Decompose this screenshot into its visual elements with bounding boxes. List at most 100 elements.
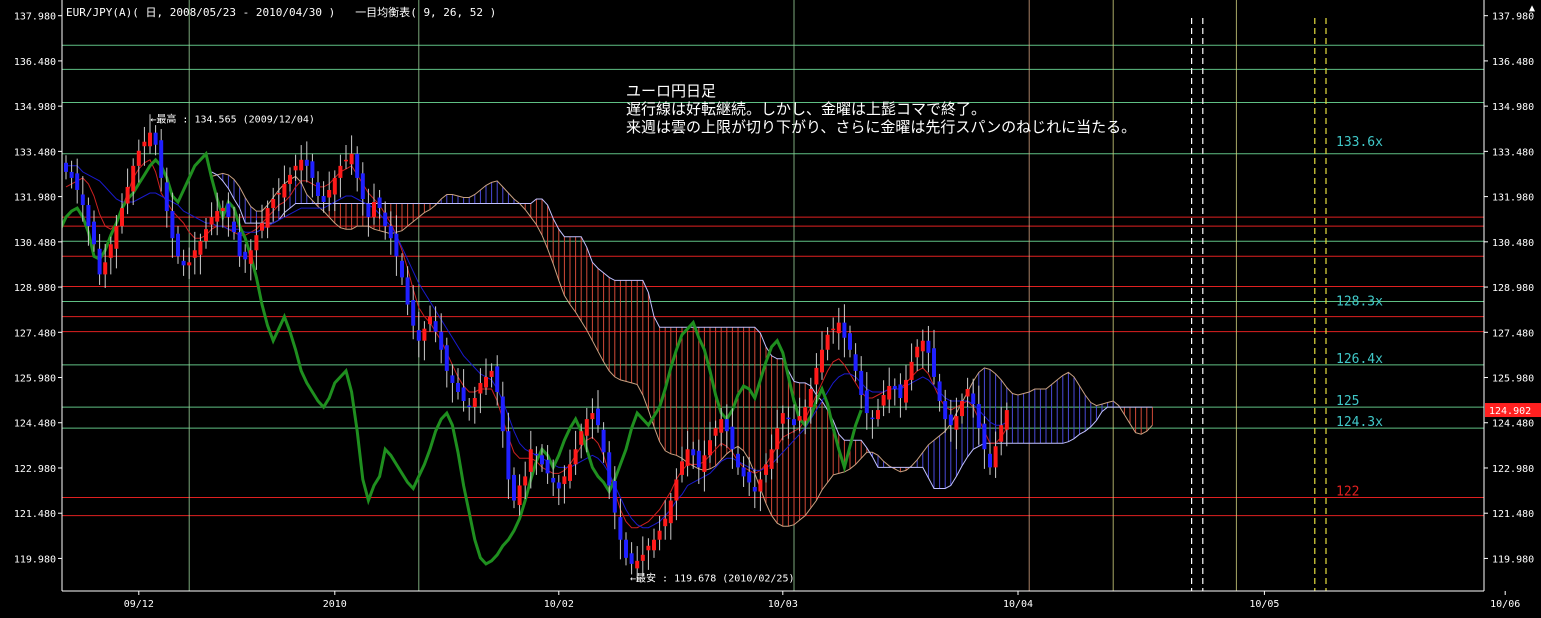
candle-body [568, 464, 572, 481]
candle-body [976, 404, 981, 429]
y-tick-label-right: 124.480 [1492, 419, 1534, 430]
candle-body [159, 140, 164, 178]
level-label: 125 [1336, 394, 1359, 409]
candle-body [254, 235, 259, 251]
candle-body [316, 182, 320, 196]
candle-body [416, 330, 421, 341]
candle-body [881, 395, 886, 406]
candle-body [971, 393, 976, 405]
candle-body [663, 518, 668, 527]
y-tick-label-left: 125.980 [14, 374, 56, 385]
level-label: 133.6x [1336, 135, 1383, 150]
candle-body [299, 159, 304, 171]
candle-body [579, 431, 584, 445]
candle-body [764, 464, 768, 475]
candle-body [831, 328, 836, 331]
candle-body [153, 132, 158, 145]
candle-body [747, 471, 752, 483]
y-tick-label-left: 133.480 [14, 147, 56, 158]
y-tick-label-right: 121.480 [1492, 509, 1534, 520]
candle-body [422, 328, 427, 341]
candle-body [769, 449, 774, 469]
level-label: 128.3x [1336, 295, 1383, 310]
candle-body [920, 340, 925, 352]
candle-body [444, 345, 449, 371]
candle-body [64, 162, 68, 172]
close-triangle-icon[interactable]: ▲ [1525, 3, 1539, 15]
level-label: 122 [1336, 485, 1359, 500]
candle-body [954, 416, 959, 430]
candle-body [943, 401, 948, 420]
level-label: 126.4x [1336, 352, 1383, 367]
candle-body [433, 321, 438, 332]
x-tick-label: 10/02 [544, 599, 574, 610]
candle-body [937, 381, 942, 402]
y-tick-label-right: 134.980 [1492, 102, 1534, 113]
candle-body [456, 382, 460, 392]
candle-body [484, 376, 488, 388]
candle-body [808, 388, 813, 408]
candle-body [859, 370, 864, 396]
candle-body [926, 340, 931, 353]
candle-body [741, 467, 746, 477]
y-tick-label-left: 121.480 [14, 509, 56, 520]
candle-body [892, 385, 897, 389]
candle-body [489, 370, 494, 377]
candle-body [948, 414, 953, 426]
candle-body [260, 223, 264, 231]
candle-body [780, 413, 785, 424]
candle-body [786, 417, 791, 420]
candle-body [752, 486, 757, 492]
low-annotation: ←最安 : 119.678 (2010/02/25) [630, 572, 795, 585]
candle-body [842, 322, 847, 338]
candle-body [204, 229, 208, 242]
candle-body [164, 182, 169, 212]
period-label: 日 [145, 6, 157, 19]
candle-body [685, 449, 690, 466]
candle-body [551, 477, 556, 483]
candle-body [69, 171, 74, 178]
candle-body [220, 208, 225, 212]
candle-body [590, 413, 595, 420]
candle-body [310, 161, 315, 178]
candle-body [349, 153, 354, 165]
candle-body [75, 173, 80, 190]
candle-body [97, 248, 102, 275]
candle-body [114, 226, 119, 249]
candle-body [584, 419, 589, 436]
candle-body [495, 366, 500, 392]
candle-body [388, 226, 393, 239]
candle-body [355, 153, 360, 178]
candle-body [724, 419, 729, 432]
candle-body [372, 202, 376, 218]
candle-body [618, 517, 623, 540]
x-tick-label: 10/03 [768, 599, 798, 610]
candle-body [702, 455, 707, 472]
candle-body [461, 387, 466, 402]
candle-body [478, 382, 483, 394]
candle-body [131, 165, 136, 192]
candle-body [248, 250, 253, 264]
candle-body [758, 479, 763, 492]
comment-title: ユーロ円日足 [626, 82, 717, 100]
x-tick-label: 10/06 [1490, 599, 1520, 610]
candle-body [450, 375, 455, 383]
candle-body [876, 410, 880, 420]
candle-body [708, 440, 712, 456]
candle-body [467, 405, 472, 408]
candle-body [792, 419, 796, 426]
candle-body [646, 545, 651, 551]
candle-body [713, 428, 718, 436]
candle-body [528, 449, 533, 472]
candle-body [192, 250, 197, 258]
symbol-label: EUR/JPY(A) [66, 6, 133, 19]
candle-body [226, 203, 231, 218]
y-tick-label-left: 119.980 [14, 554, 56, 565]
candle-body [652, 539, 656, 551]
level-label: 124.3x [1336, 415, 1383, 430]
candle-body [612, 480, 617, 513]
candle-body [243, 251, 248, 260]
y-tick-label-left: 131.980 [14, 193, 56, 204]
candle-body [988, 453, 992, 468]
candle-body [545, 459, 550, 474]
